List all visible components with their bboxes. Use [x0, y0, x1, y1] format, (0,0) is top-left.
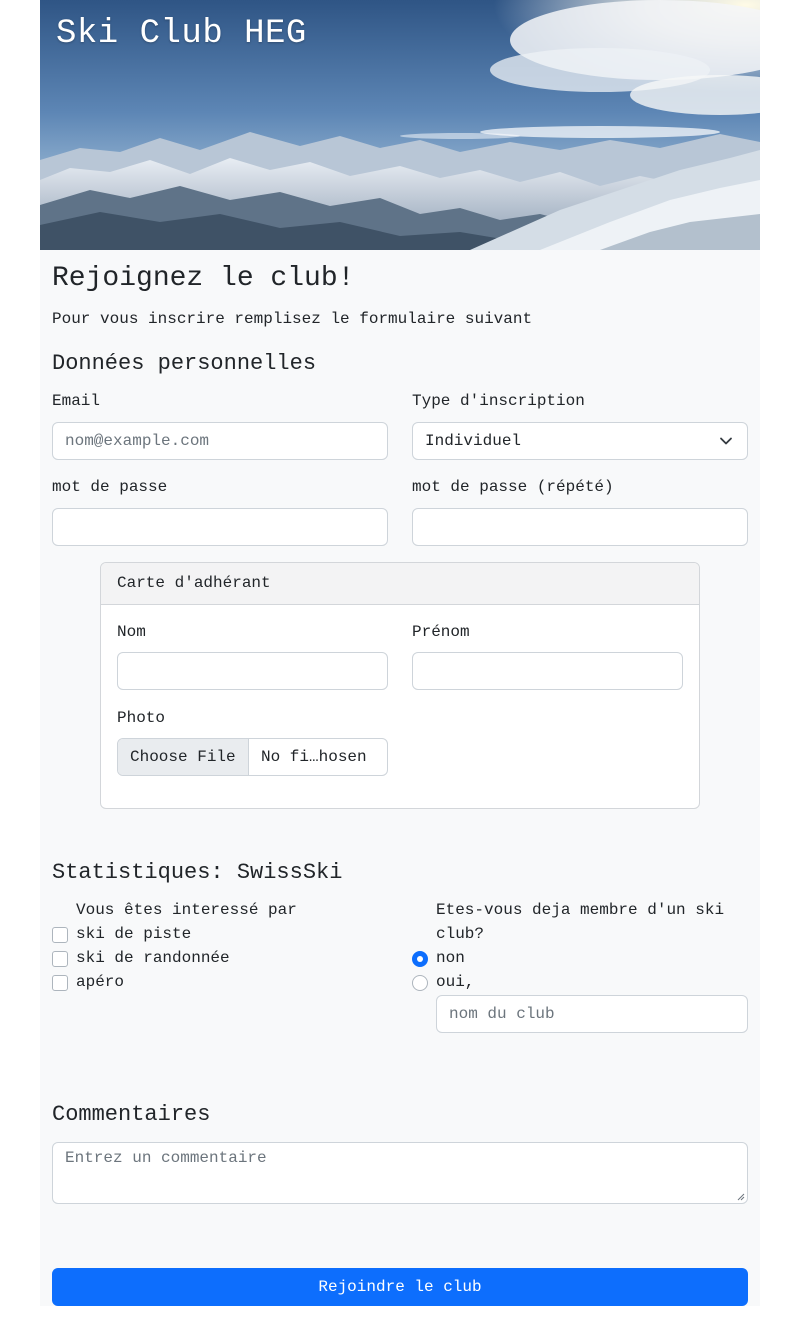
- section-heading-personal: Données personnelles: [52, 351, 317, 376]
- member-card: Carte d'adhérant Nom Prénom Photo Choose…: [100, 562, 700, 809]
- interest-label: Vous êtes interessé par: [76, 901, 297, 919]
- comment-placeholder: Entrez un commentaire: [65, 1149, 267, 1167]
- member-question-line-1: Etes-vous deja membre d'un ski: [436, 901, 725, 919]
- hero-banner: Ski Club HEG: [40, 0, 760, 250]
- email-label: Email: [52, 392, 101, 410]
- password-repeat-label: mot de passe (répété): [412, 478, 614, 496]
- type-label: Type d'inscription: [412, 392, 585, 410]
- choose-file-button[interactable]: Choose File: [118, 739, 249, 775]
- resize-handle-icon[interactable]: [737, 1193, 745, 1201]
- radio-label-non: non: [436, 949, 465, 967]
- prenom-label: Prénom: [412, 623, 470, 641]
- checkbox-ski-randonnee[interactable]: [52, 951, 68, 967]
- section-heading-stats: Statistiques: SwissSki: [52, 860, 343, 885]
- email-field[interactable]: nom@example.com: [52, 422, 388, 460]
- join-club-button[interactable]: Rejoindre le club: [52, 1268, 748, 1306]
- photo-file-input[interactable]: Choose File No fi…hosen: [117, 738, 388, 776]
- password-repeat-field[interactable]: [412, 508, 748, 546]
- page-container: Ski Club HEG Rejoignez le club! Pour vou…: [40, 0, 760, 1306]
- file-status: No fi…hosen: [261, 748, 367, 766]
- type-select[interactable]: Individuel: [412, 422, 748, 460]
- password-label: mot de passe: [52, 478, 168, 496]
- member-question-line-2: club?: [436, 925, 485, 943]
- nom-field[interactable]: [117, 652, 388, 690]
- nom-label: Nom: [117, 623, 146, 641]
- page-heading: Rejoignez le club!: [52, 263, 355, 294]
- radio-label-oui: oui,: [436, 973, 475, 991]
- comment-textarea[interactable]: Entrez un commentaire: [52, 1142, 748, 1204]
- radio-non[interactable]: [412, 951, 428, 967]
- type-select-value: Individuel: [425, 432, 522, 450]
- page-subtitle: Pour vous inscrire remplisez le formulai…: [52, 310, 533, 328]
- checkbox-apero[interactable]: [52, 975, 68, 991]
- prenom-field[interactable]: [412, 652, 683, 690]
- password-field[interactable]: [52, 508, 388, 546]
- chevron-down-icon: [720, 437, 732, 445]
- checkbox-label-ski-randonnee: ski de randonnée: [76, 949, 230, 967]
- checkbox-ski-piste[interactable]: [52, 927, 68, 943]
- site-title: Ski Club HEG: [56, 15, 307, 53]
- club-name-field[interactable]: nom du club: [436, 995, 748, 1033]
- member-card-header: Carte d'adhérant: [101, 563, 699, 605]
- checkbox-label-ski-piste: ski de piste: [76, 925, 192, 943]
- section-heading-comments: Commentaires: [52, 1102, 211, 1127]
- checkbox-label-apero: apéro: [76, 973, 125, 991]
- photo-label: Photo: [117, 709, 166, 727]
- radio-oui[interactable]: [412, 975, 428, 991]
